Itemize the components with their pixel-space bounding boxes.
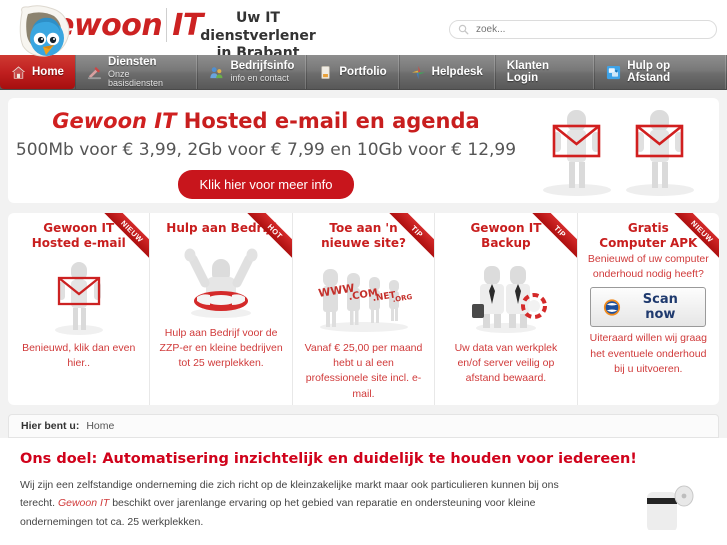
card-art-wrap (156, 238, 285, 326)
card-art-wrap (441, 253, 570, 341)
people-icon (210, 66, 223, 78)
nav-item-bedrijfsinfo[interactable]: Bedrijfsinfo info en contact (197, 55, 307, 89)
tagline-line-1: Uw IT dienstverlener (200, 10, 316, 44)
search-input[interactable] (476, 24, 696, 35)
hero-title-rest: Hosted e-mail en agenda (176, 109, 480, 133)
card-title-backup: Gewoon IT Backup (441, 221, 570, 251)
site-header: Gewoon IT Uw IT dienstverlener in Braban… (0, 0, 727, 61)
nav-item-portfolio[interactable]: Portfolio (306, 55, 399, 89)
promo-card-hosted-email[interactable]: NIEUW Gewoon IT Hosted e-mail Benieuwd, … (8, 213, 151, 405)
document-icon (321, 65, 330, 79)
card-desc-computer-apk: Uiteraard willen wij graag het eventuele… (589, 332, 707, 375)
card-title-line-1: Toe aan 'n (329, 221, 398, 235)
promo-card-row: NIEUW Gewoon IT Hosted e-mail Benieuwd, … (8, 213, 719, 405)
hero-title: Gewoon IT Hosted e-mail en agenda (8, 109, 524, 133)
card-desc-hosted-email: Benieuwd, klik dan even hier.. (22, 342, 136, 370)
hero-text-block: Gewoon IT Hosted e-mail en agenda 500Mb … (8, 98, 524, 199)
intro-brand: Gewoon IT (57, 497, 110, 510)
page-title: Ons doel: Automatisering inzichtelijk en… (20, 451, 637, 467)
promo-stage: Gewoon IT Hosted e-mail en agenda 500Mb … (0, 90, 727, 405)
hero-title-brand: Gewoon IT (52, 109, 177, 133)
nav-labels-bedrijfsinfo: Bedrijfsinfo info en contact (230, 60, 294, 84)
nav-labels-klanten-login: Klanten Login (507, 60, 583, 84)
hero-cta-button[interactable]: Klik hier voor meer info (177, 170, 355, 199)
promo-card-backup[interactable]: TIP Gewoon IT Backup Uw data van werkple… (435, 213, 578, 405)
card-art-wrap (14, 253, 143, 341)
card-title-line-2: Backup (481, 236, 531, 250)
card-title-line-1: Hulp aan Bedrijf (166, 221, 276, 235)
two-businessmen-icon (471, 266, 547, 333)
nav-item-helpdesk[interactable]: Helpdesk (398, 55, 495, 89)
promo-card-computer-apk[interactable]: NIEUW Gratis Computer APK Benieuwd of uw… (578, 213, 719, 405)
card-title-nieuwe-site: Toe aan 'n nieuwe site? (299, 221, 428, 251)
nav-labels-home: Home (32, 66, 64, 78)
card-title-line-1: Gewoon IT (43, 221, 115, 235)
nav-labels-hulp-op-afstand: Hulp op Afstand (627, 60, 714, 84)
scan-now-label: Scan now (642, 292, 678, 323)
hero-artwork-figures-with-envelopes (543, 110, 694, 196)
nav-title-diensten: Diensten (107, 55, 157, 68)
scan-now-button[interactable]: Scan now (590, 287, 707, 328)
home-icon (11, 65, 26, 79)
card-title-line-1: Gratis (627, 221, 669, 235)
nav-item-hulp-op-afstand[interactable]: Hulp op Afstand (594, 55, 726, 89)
card-desc-nieuwe-site: Vanaf € 25,00 per maand hebt u al een pr… (304, 342, 423, 400)
figure-with-envelope-icon (54, 262, 103, 335)
hero-banner: Gewoon IT Hosted e-mail en agenda 500Mb … (8, 98, 719, 203)
nav-title-home: Home (32, 65, 64, 78)
figure-in-lifering-icon (184, 248, 258, 318)
figure-partial-icon (647, 485, 694, 530)
page-root: Gewoon IT Uw IT dienstverlener in Braban… (0, 0, 727, 545)
intro-paragraph: Wij zijn een zelfstandige onderneming di… (20, 476, 580, 531)
site-logo[interactable]: Gewoon IT Uw IT dienstverlener in Braban… (8, 2, 316, 61)
promo-card-nieuwe-site[interactable]: TIP Toe aan 'n nieuwe site? WWW .COM .NE… (293, 213, 436, 405)
card-title-line-1: Gewoon IT (470, 221, 542, 235)
content-section: Ons doel: Automatisering inzichtelijk en… (8, 438, 719, 530)
logo-divider (166, 8, 167, 42)
figures-holding-domain-signs-icon: WWW .COM .NET .ORG (317, 269, 413, 332)
main-navigation: Home Diensten Onze basisdiensten Bedrijf… (0, 55, 727, 90)
card-desc-backup: Uw data van werkplek en/of server veilig… (454, 342, 558, 385)
hero-subtitle: 500Mb voor € 3,99, 2Gb voor € 7,99 en 10… (15, 140, 517, 160)
card-title-line-2: nieuwe site? (321, 236, 406, 250)
tools-icon (87, 66, 102, 79)
svg-text:.ORG: .ORG (392, 293, 413, 304)
card-title-hulp-aan-bedrijf: Hulp aan Bedrijf (156, 221, 285, 236)
nav-labels-diensten: Diensten Onze basisdiensten (108, 56, 186, 89)
search-box[interactable] (449, 20, 717, 39)
nav-title-portfolio: Portfolio (339, 65, 387, 78)
breadcrumb-label: Hier bent u: (21, 420, 80, 432)
nav-labels-portfolio: Portfolio (339, 66, 386, 78)
nav-item-diensten[interactable]: Diensten Onze basisdiensten (74, 55, 198, 89)
nav-item-klanten-login[interactable]: Klanten Login (494, 55, 595, 89)
breadcrumb-wrap: Hier bent u: Home (0, 405, 727, 438)
scan-globe-icon (604, 299, 621, 316)
nav-title-bedrijfsinfo: Bedrijfsinfo (230, 60, 295, 73)
promo-card-hulp-aan-bedrijf[interactable]: HOT Hulp aan Bedrijf Hulp aan Bedrijf vo… (150, 213, 293, 405)
nav-title-klanten-login: Klanten Login (506, 59, 549, 84)
nav-title-hulp-op-afstand: Hulp op Afstand (627, 59, 671, 84)
card-title-line-2: Hosted e-mail (31, 236, 126, 250)
lifebuoy-icon (411, 65, 425, 79)
card-title-computer-apk: Gratis Computer APK (584, 221, 713, 251)
card-title-hosted-email: Gewoon IT Hosted e-mail (14, 221, 143, 251)
breadcrumb: Hier bent u: Home (8, 414, 719, 438)
bird-logo-icon (19, 5, 70, 57)
card-title-line-2: Computer APK (599, 236, 698, 250)
nav-sub-diensten: Onze basisdiensten (107, 68, 163, 89)
nav-sub-bedrijfsinfo: info en contact (230, 73, 290, 84)
remote-screen-icon (607, 65, 621, 79)
breadcrumb-current[interactable]: Home (86, 420, 114, 432)
nav-title-helpdesk: Helpdesk (431, 65, 483, 78)
card-desc-hulp-aan-bedrijf: Hulp aan Bedrijf voor de ZZP-er en klein… (159, 327, 283, 370)
search-icon (458, 24, 469, 35)
card-desc-top-computer-apk: Benieuwd of uw computer onderhoud nodig … (587, 253, 709, 281)
card-art-wrap: WWW .COM .NET .ORG (299, 253, 428, 341)
nav-labels-helpdesk: Helpdesk (432, 66, 483, 78)
